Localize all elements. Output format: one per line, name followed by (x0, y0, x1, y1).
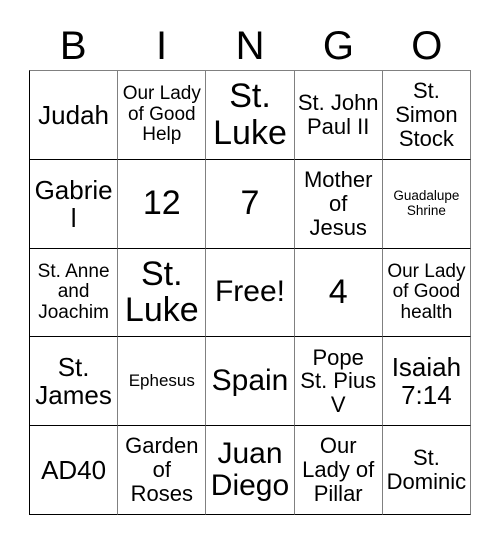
bingo-cell-label: Our Lady of Good health (387, 260, 466, 323)
bingo-cell-label: 4 (328, 273, 348, 312)
bingo-cell-r5c5[interactable]: St. Dominic (382, 426, 471, 515)
bingo-cell-label: Our Lady of Pillar (302, 433, 375, 506)
bingo-cell-r1c5[interactable]: St. Simon Stock (382, 71, 471, 160)
bingo-cell-r4c1[interactable]: St. James (30, 337, 119, 427)
bingo-header-letter-o: O (411, 24, 443, 68)
bingo-cell-label: Garden of Roses (125, 433, 199, 506)
bingo-header-letter-i: I (156, 24, 168, 68)
bingo-cell-r5c2[interactable]: Garden of Roses (118, 426, 207, 515)
bingo-header-letter-b: B (59, 24, 87, 68)
bingo-cell-free-space[interactable]: Free! (206, 248, 295, 338)
bingo-cell-r3c4[interactable]: 4 (294, 248, 383, 338)
bingo-cell-r1c3[interactable]: St. Luke (206, 71, 295, 160)
bingo-cell-r2c2[interactable]: 12 (118, 159, 207, 249)
bingo-header-letter-n: N (235, 24, 265, 68)
bingo-cell-r2c1[interactable]: Gabriel (30, 159, 119, 249)
bingo-cell-label: St. John Paul II (297, 90, 379, 139)
bingo-cell-label: St. Dominic (386, 445, 467, 495)
bingo-cell-label: Free! (214, 275, 285, 309)
bingo-cell-r5c3[interactable]: Juan Diego (206, 426, 295, 515)
bingo-header-letter-g: G (322, 24, 354, 68)
bingo-cell-label: Spain (211, 364, 289, 398)
bingo-cell-label: Gabriel (34, 174, 113, 233)
bingo-cell-label: Guadalupe Shrine (393, 188, 460, 218)
bingo-cell-r2c4[interactable]: Mother of Jesus (294, 159, 383, 249)
bingo-cell-r4c3[interactable]: Spain (206, 337, 295, 427)
bingo-cell-label: Juan Diego (210, 436, 290, 503)
bingo-card: B I N G O Judah Our Lady of Good Help St… (0, 0, 500, 544)
bingo-cell-r1c2[interactable]: Our Lady of Good Help (118, 71, 207, 160)
bingo-header-row: B I N G O (29, 22, 471, 70)
bingo-cell-label: AD40 (41, 455, 107, 486)
bingo-cell-label: St. James (35, 352, 112, 411)
bingo-cell-r5c4[interactable]: Our Lady of Pillar (294, 426, 383, 515)
bingo-cell-label: Ephesus (128, 371, 195, 391)
bingo-cell-label: St. Luke (213, 77, 287, 152)
bingo-cell-label: St. Simon Stock (395, 78, 458, 151)
bingo-grid: Judah Our Lady of Good Help St. Luke St.… (29, 70, 471, 515)
bingo-cell-label: Mother of Jesus (303, 167, 373, 240)
bingo-cell-label: St. Luke (124, 254, 199, 330)
bingo-cell-r4c4[interactable]: Pope St. Pius V (294, 337, 383, 427)
bingo-cell-label: Isaiah 7:14 (391, 352, 462, 411)
bingo-cell-r1c1[interactable]: Judah (30, 71, 119, 160)
bingo-cell-label: Our Lady of Good Help (122, 83, 201, 146)
bingo-cell-r1c4[interactable]: St. John Paul II (294, 71, 383, 160)
bingo-cell-label: Judah (38, 99, 110, 130)
bingo-cell-label: Pope St. Pius V (300, 344, 377, 418)
bingo-cell-r3c2[interactable]: St. Luke (118, 248, 207, 338)
bingo-cell-r4c2[interactable]: Ephesus (118, 337, 207, 427)
bingo-cell-r4c5[interactable]: Isaiah 7:14 (382, 337, 471, 427)
bingo-cell-label: 12 (142, 184, 181, 223)
bingo-cell-r3c5[interactable]: Our Lady of Good health (382, 248, 471, 338)
bingo-cell-r2c3[interactable]: 7 (206, 159, 295, 249)
bingo-cell-r3c1[interactable]: St. Anne and Joachim (30, 248, 119, 338)
bingo-cell-r2c5[interactable]: Guadalupe Shrine (382, 159, 471, 249)
bingo-cell-label: St. Anne and Joachim (37, 260, 110, 323)
bingo-cell-r5c1[interactable]: AD40 (30, 426, 119, 515)
bingo-cell-label: 7 (240, 184, 260, 223)
